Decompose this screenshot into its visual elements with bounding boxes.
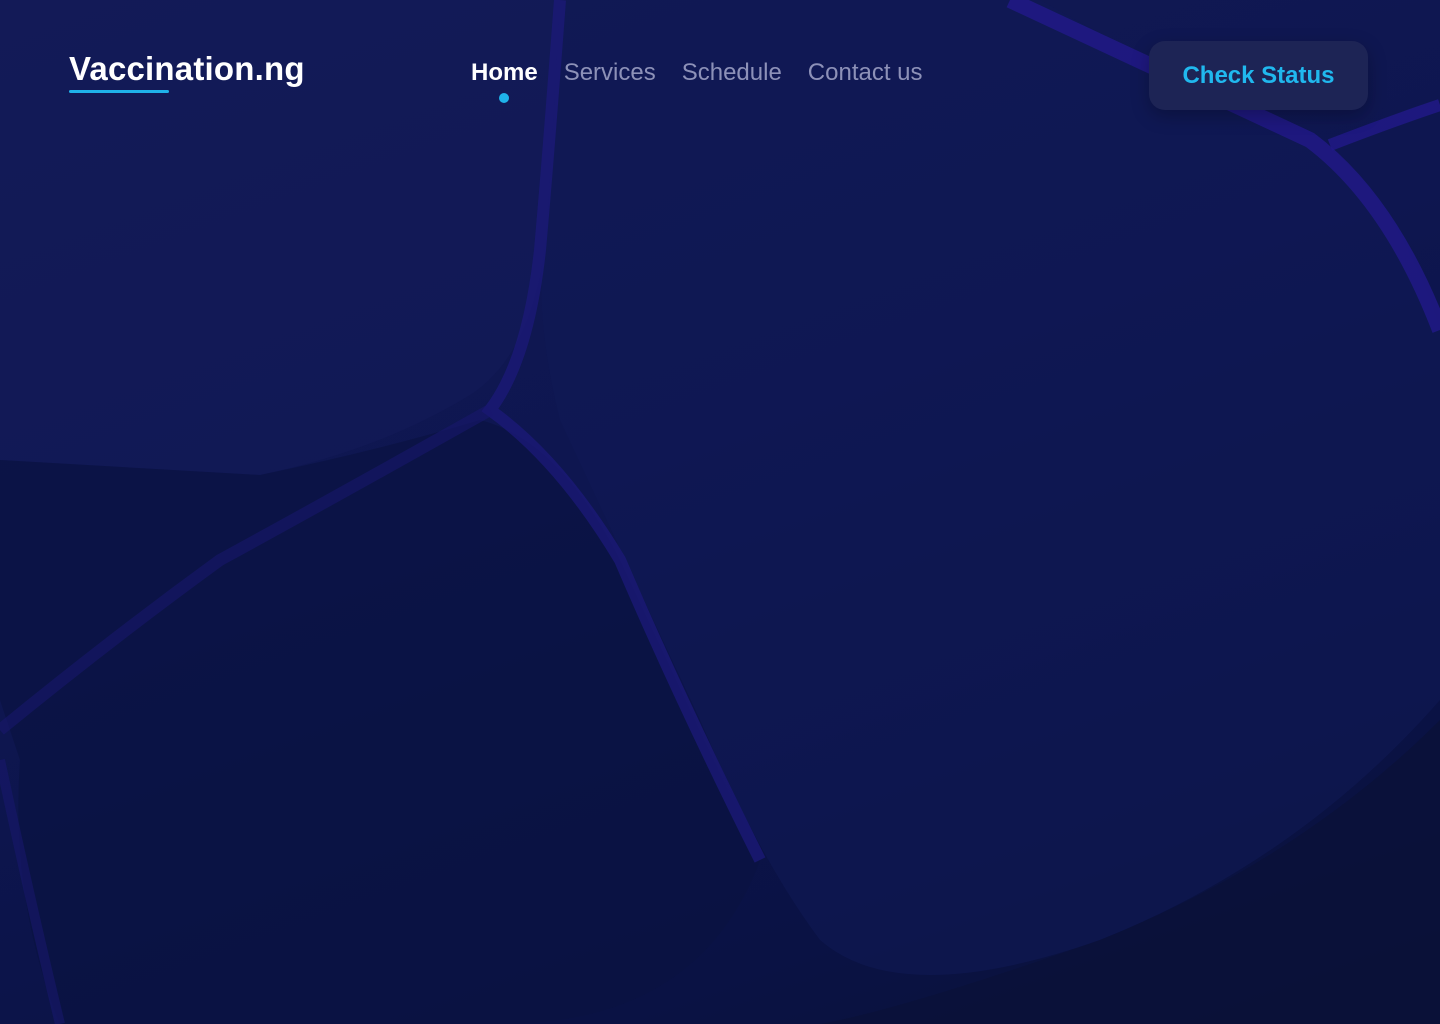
nav-item-home[interactable]: Home: [471, 55, 538, 103]
site-header: Vaccination.ng Home Services Schedule Co…: [0, 0, 1440, 130]
nav-item-schedule-label: Schedule: [681, 59, 782, 86]
logo-underline: [69, 90, 169, 93]
nav-item-contact[interactable]: Contact us: [808, 55, 923, 95]
check-status-button[interactable]: Check Status: [1149, 41, 1368, 110]
nav-item-services-label: Services: [563, 59, 656, 86]
nav-item-contact-label: Contact us: [807, 59, 923, 86]
background-decoration: [0, 0, 1440, 1024]
nav-item-schedule[interactable]: Schedule: [682, 55, 782, 95]
active-indicator-dot: [499, 93, 510, 103]
nav-item-services[interactable]: Services: [564, 55, 656, 95]
hero-page: Vaccination.ng Home Services Schedule Co…: [0, 0, 1440, 1024]
brand-logo[interactable]: Vaccination.ng: [69, 48, 305, 90]
nav-item-home-label: Home: [471, 59, 538, 86]
main-nav: Home Services Schedule Contact us: [471, 55, 923, 103]
